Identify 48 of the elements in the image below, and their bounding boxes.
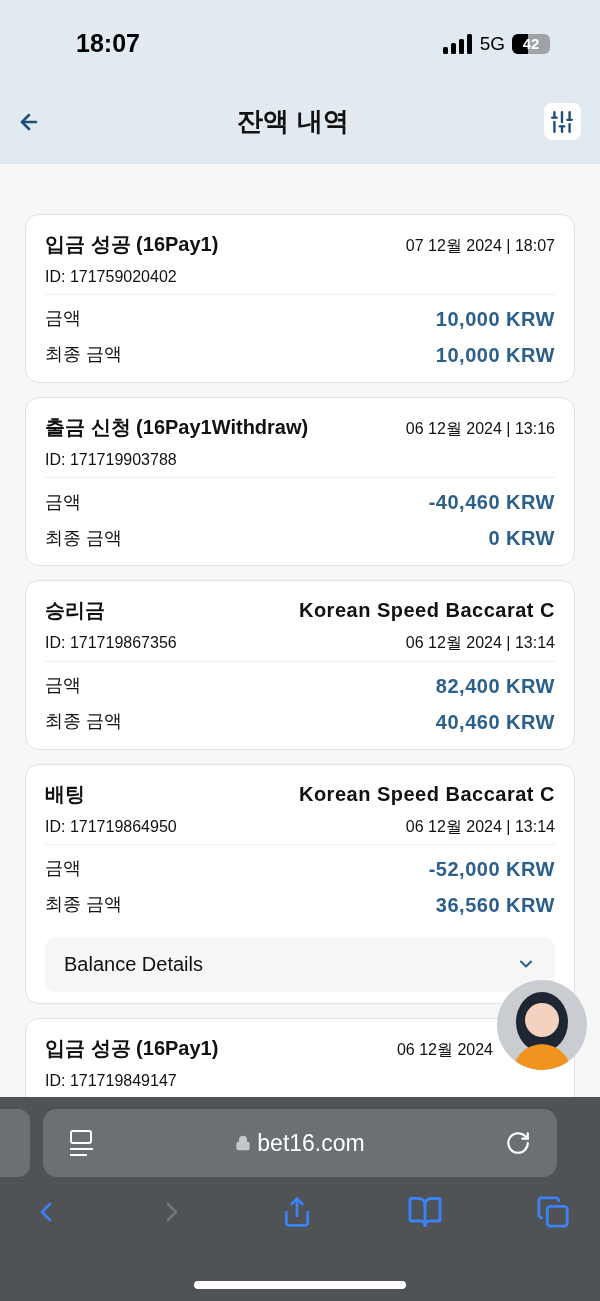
transaction-title: 입금 성공 (16Pay1) xyxy=(45,1035,219,1060)
transaction-id: ID: 171719849147 xyxy=(45,1070,177,1090)
address-bar[interactable]: bet16.com xyxy=(43,1109,557,1177)
final-amount-value: 0 KRW xyxy=(488,526,555,551)
lock-icon xyxy=(235,1135,252,1151)
transaction-date: 06 12월 2024 | 13:16 xyxy=(405,419,555,439)
amount-label: 금액 xyxy=(45,674,81,697)
amount-value: 82,400 KRW xyxy=(435,673,555,698)
transaction-title: 입금 성공 (16Pay1) xyxy=(45,232,219,256)
url-text: bet16.com xyxy=(257,1128,365,1158)
amount-label: 금액 xyxy=(45,308,81,330)
page-title: 잔액 내역 xyxy=(237,105,349,138)
reload-icon[interactable] xyxy=(505,1130,531,1156)
game-name: Korean Speed Baccarat C xyxy=(298,781,555,806)
final-amount-value: 10,000 KRW xyxy=(435,343,555,368)
final-amount-label: 최종 금액 xyxy=(45,527,122,550)
final-amount-value: 40,460 KRW xyxy=(435,709,555,734)
amount-value: 10,000 KRW xyxy=(435,307,555,332)
bookmarks-icon[interactable] xyxy=(406,1194,443,1230)
amount-value: -40,460 KRW xyxy=(428,490,555,515)
transaction-id: ID: 171759020402 xyxy=(45,267,177,287)
transaction-date: 07 12월 2024 | 18:07 xyxy=(405,236,555,256)
tabs-icon[interactable] xyxy=(536,1195,570,1229)
transaction-date: 06 12월 2024 xyxy=(396,1039,493,1059)
status-time: 18:07 xyxy=(76,28,140,60)
transaction-title: 배팅 xyxy=(45,781,85,806)
balance-details-toggle[interactable]: Balance Details xyxy=(45,936,555,992)
reader-icon xyxy=(69,1129,95,1157)
amount-label: 금액 xyxy=(45,857,81,880)
transaction-title: 출금 신청 (16Pay1Withdraw) xyxy=(45,415,309,440)
sliders-icon xyxy=(549,108,576,135)
transaction-date: 06 12월 2024 | 13:14 xyxy=(405,633,555,653)
amount-value: -52,000 KRW xyxy=(428,856,555,881)
transaction-id: ID: 171719864950 xyxy=(45,816,177,836)
final-amount-label: 최종 금액 xyxy=(45,710,122,733)
filter-button[interactable] xyxy=(544,103,581,140)
final-amount-label: 최종 금액 xyxy=(45,344,122,366)
final-amount-value: 36,560 KRW xyxy=(435,892,555,917)
transaction-date: 06 12월 2024 | 13:14 xyxy=(405,816,555,836)
transaction-id: ID: 171719867356 xyxy=(45,633,177,653)
transaction-title: 승리금 xyxy=(45,598,105,623)
game-name: Korean Speed Baccarat C xyxy=(298,598,555,623)
transaction-id: ID: 171719903788 xyxy=(45,450,177,470)
amount-label: 금액 xyxy=(45,491,81,514)
previous-tab[interactable] xyxy=(0,1109,30,1177)
network-label: 5G xyxy=(479,31,505,56)
signal-icon xyxy=(442,34,473,54)
final-amount-label: 최종 금액 xyxy=(45,893,122,916)
